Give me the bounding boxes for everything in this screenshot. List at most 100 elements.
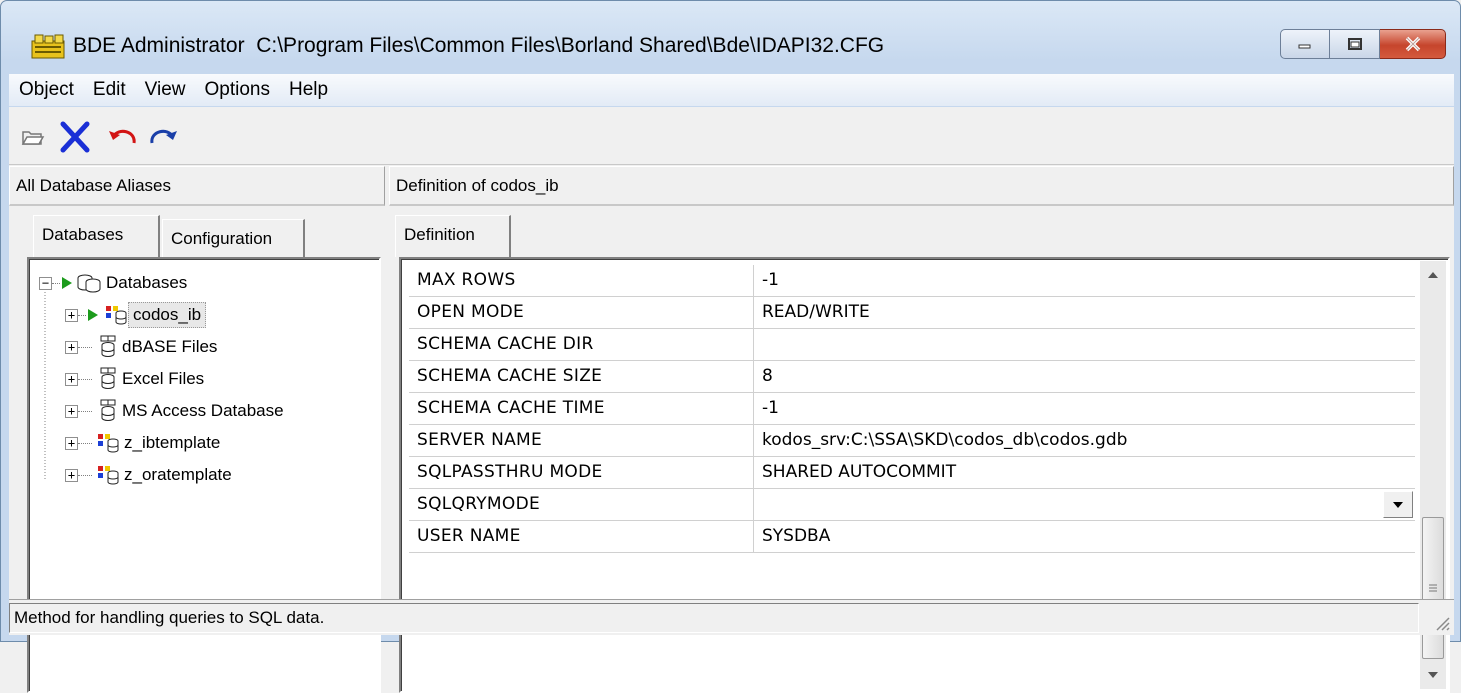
- tree-connector: [78, 474, 92, 476]
- undo-button[interactable]: [103, 117, 143, 157]
- close-button[interactable]: [1380, 29, 1446, 59]
- property-name: SERVER NAME: [409, 425, 754, 456]
- property-value[interactable]: SHARED AUTOCOMMIT: [754, 457, 1415, 488]
- tab-configuration[interactable]: Configuration: [162, 219, 305, 257]
- tree-item-label: z_oratemplate: [124, 465, 232, 484]
- property-value[interactable]: kodos_srv:C:\SSA\SKD\codos_db\codos.gdb: [754, 425, 1415, 456]
- tree-item-label: dBASE Files: [122, 337, 218, 356]
- property-name: USER NAME: [409, 521, 754, 552]
- open-folder-icon: [21, 131, 45, 145]
- tree-item-label: MS Access Database: [122, 401, 284, 420]
- tree-connector: [78, 410, 92, 412]
- sql-database-icon: [106, 306, 127, 325]
- property-value[interactable]: SYSDBA: [754, 521, 1415, 552]
- open-button[interactable]: [13, 117, 53, 157]
- tree-item-label: Excel Files: [122, 369, 205, 388]
- collapse-icon[interactable]: −: [39, 276, 52, 290]
- property-value[interactable]: 8: [754, 361, 1415, 392]
- scroll-up-icon: [1428, 272, 1438, 278]
- property-value[interactable]: READ/WRITE: [754, 297, 1415, 328]
- tree-connector: [52, 282, 60, 284]
- minimize-icon: [1298, 44, 1311, 49]
- property-value[interactable]: -1: [754, 265, 1415, 296]
- status-bar: Method for handling queries to SQL data.: [9, 599, 1454, 635]
- title-bar[interactable]: BDE Administrator C:\Program Files\Commo…: [1, 1, 1460, 81]
- tree-connector: [78, 442, 92, 444]
- tree-item-label: codos_ib: [128, 302, 207, 328]
- maximize-icon: [1347, 38, 1362, 50]
- tab-definition[interactable]: Definition: [395, 215, 511, 257]
- sql-database-icon: [98, 466, 119, 485]
- delete-button[interactable]: [55, 117, 95, 157]
- scroll-thumb[interactable]: [1422, 517, 1444, 659]
- undo-icon: [109, 129, 136, 144]
- apply-button[interactable]: [143, 117, 183, 157]
- scroll-down-icon: [1428, 672, 1438, 678]
- table-row[interactable]: SCHEMA CACHE DIR: [409, 329, 1415, 361]
- left-pane-header: All Database Aliases: [9, 166, 385, 206]
- maximize-button[interactable]: [1330, 29, 1380, 59]
- client-area: All Database Aliases Definition of codos…: [9, 107, 1454, 693]
- property-value[interactable]: -1: [754, 393, 1415, 424]
- table-row[interactable]: OPEN MODE READ/WRITE: [409, 297, 1415, 329]
- scroll-down-button[interactable]: [1420, 661, 1446, 689]
- green-arrow-icon: [62, 277, 72, 289]
- window-controls: [1280, 29, 1446, 59]
- tree-item-excel-files[interactable]: + Excel Files: [65, 363, 208, 395]
- property-name: SCHEMA CACHE TIME: [409, 393, 754, 424]
- database-icon: [100, 335, 116, 357]
- property-value[interactable]: [754, 329, 1415, 360]
- expand-icon[interactable]: +: [65, 468, 78, 482]
- tree-connector: [78, 346, 92, 348]
- scroll-up-button[interactable]: [1420, 261, 1446, 289]
- table-row[interactable]: SQLQRYMODE: [409, 489, 1415, 521]
- property-name: SCHEMA CACHE DIR: [409, 329, 754, 360]
- sqlqrymode-select[interactable]: [754, 489, 1415, 520]
- tab-databases[interactable]: Databases: [33, 215, 160, 257]
- table-row[interactable]: SQLPASSTHRU MODE SHARED AUTOCOMMIT: [409, 457, 1415, 489]
- right-pane-header: Definition of codos_ib: [389, 166, 1454, 206]
- table-row[interactable]: USER NAME SYSDBA: [409, 521, 1415, 553]
- tree-item-ms-access[interactable]: + MS Access Database: [65, 395, 288, 427]
- property-grid: MAX ROWS -1 OPEN MODE READ/WRITE SCHEMA CA…: [409, 265, 1415, 553]
- grip-icon: [1429, 584, 1437, 592]
- property-name: SQLPASSTHRU MODE: [409, 457, 754, 488]
- table-row[interactable]: SCHEMA CACHE SIZE 8: [409, 361, 1415, 393]
- menu-bar: Object Edit View Options Help: [9, 74, 1454, 106]
- delete-x-icon: [60, 121, 90, 153]
- property-name: MAX ROWS: [409, 265, 754, 296]
- chevron-down-icon: [1393, 501, 1403, 508]
- tree-item-z-ibtemplate[interactable]: + z_ibtemplate: [65, 427, 224, 459]
- window-title: BDE Administrator C:\Program Files\Commo…: [73, 34, 885, 57]
- table-row[interactable]: SERVER NAME kodos_srv:C:\SSA\SKD\codos_db…: [409, 425, 1415, 457]
- tree-item-databases[interactable]: − Databases: [39, 267, 191, 299]
- menu-help[interactable]: Help: [263, 79, 341, 101]
- database-icon: [100, 399, 116, 421]
- tree-item-z-oratemplate[interactable]: + z_oratemplate: [65, 459, 236, 491]
- minimize-button[interactable]: [1280, 29, 1330, 59]
- resize-grip-icon[interactable]: [1432, 613, 1450, 631]
- tree-item-dbase-files[interactable]: + dBASE Files: [65, 331, 221, 363]
- tree-connector: [78, 314, 86, 316]
- expand-icon[interactable]: +: [65, 308, 78, 322]
- property-name: SCHEMA CACHE SIZE: [409, 361, 754, 392]
- bde-app-icon: [31, 34, 65, 59]
- property-name: SQLQRYMODE: [409, 489, 754, 520]
- tree-item-label: z_ibtemplate: [124, 433, 221, 452]
- table-row[interactable]: MAX ROWS -1: [409, 265, 1415, 297]
- tree-item-codos-ib[interactable]: + codos_ib: [65, 299, 207, 331]
- database-icon: [100, 367, 116, 389]
- property-name: OPEN MODE: [409, 297, 754, 328]
- close-icon: [1405, 36, 1420, 52]
- expand-icon[interactable]: +: [65, 436, 78, 450]
- expand-icon[interactable]: +: [65, 340, 78, 354]
- expand-icon[interactable]: +: [65, 372, 78, 386]
- sql-database-icon: [98, 434, 119, 453]
- status-text: Method for handling queries to SQL data.: [9, 603, 1419, 633]
- toolbar: [9, 107, 1454, 165]
- tree-connector: [78, 378, 92, 380]
- dropdown-button[interactable]: [1383, 491, 1413, 518]
- expand-icon[interactable]: +: [65, 404, 78, 418]
- green-arrow-icon: [88, 309, 98, 321]
- table-row[interactable]: SCHEMA CACHE TIME -1: [409, 393, 1415, 425]
